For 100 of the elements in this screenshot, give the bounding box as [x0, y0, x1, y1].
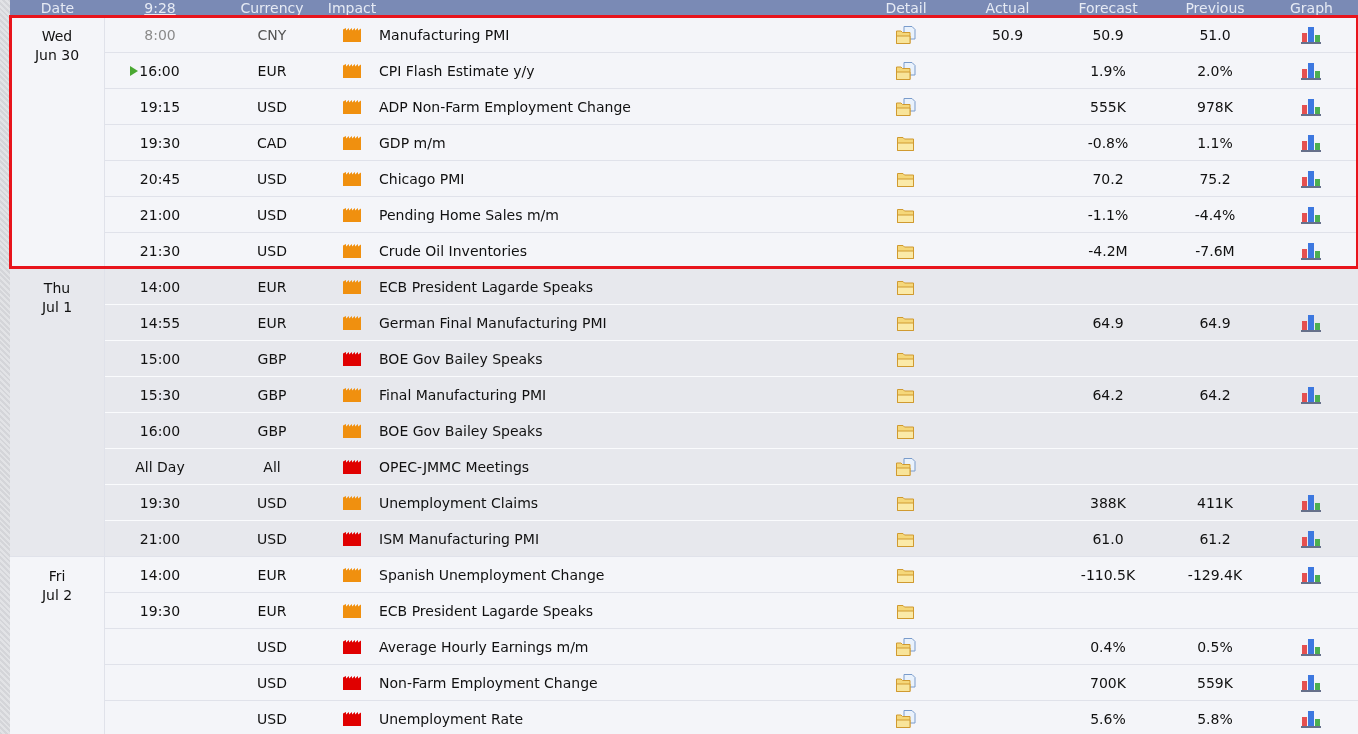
previous-value: 0.5% [1197, 638, 1233, 655]
folder-document-icon[interactable] [896, 61, 916, 80]
bar-chart-icon[interactable] [1300, 493, 1321, 512]
column-header: Impact [327, 0, 377, 16]
event-name[interactable]: Chicago PMI [379, 170, 465, 187]
currency: EUR [257, 602, 287, 619]
event-name[interactable]: ECB President Lagarde Speaks [379, 602, 594, 619]
currency: CAD [256, 134, 288, 151]
forecast-value: -1.1% [1087, 206, 1129, 223]
currency: USD [257, 170, 287, 187]
previous-value: 411K [1197, 494, 1233, 511]
event-time: 14:55 [139, 314, 181, 331]
event-time: 14:00 [139, 278, 181, 295]
column-header: Graph [1290, 0, 1333, 16]
event-name[interactable]: BOE Gov Bailey Speaks [379, 422, 543, 439]
column-header: Currency [240, 0, 304, 16]
event-name[interactable]: Unemployment Rate [379, 710, 524, 727]
currency: USD [257, 710, 287, 727]
bar-chart-icon[interactable] [1300, 637, 1321, 656]
date: Jul 1 [41, 298, 73, 317]
event-name[interactable]: Final Manufacturing PMI [379, 386, 547, 403]
forecast-value: -4.2M [1088, 242, 1128, 259]
date: Jul 2 [41, 586, 73, 605]
event-time: 16:00 [139, 422, 181, 439]
event-time: 21:30 [139, 242, 181, 259]
currency: All [263, 458, 281, 475]
bar-chart-icon[interactable] [1300, 133, 1321, 152]
folder-icon[interactable] [896, 134, 916, 151]
folder-icon[interactable] [896, 494, 916, 511]
folder-icon[interactable] [896, 602, 916, 619]
event-name[interactable]: CPI Flash Estimate y/y [379, 62, 535, 79]
event-name[interactable]: Unemployment Claims [379, 494, 539, 511]
event-name[interactable]: German Final Manufacturing PMI [379, 314, 607, 331]
forecast-value: -110.5K [1080, 566, 1136, 583]
bar-chart-icon[interactable] [1300, 565, 1321, 584]
folder-document-icon[interactable] [896, 637, 916, 656]
event-time: 19:15 [139, 98, 181, 115]
bar-chart-icon[interactable] [1300, 529, 1321, 548]
folder-document-icon[interactable] [896, 709, 916, 728]
previous-value: 61.2 [1199, 530, 1231, 547]
folder-document-icon[interactable] [896, 97, 916, 116]
previous-value: -7.6M [1195, 242, 1235, 259]
bar-chart-icon[interactable] [1300, 169, 1321, 188]
event-name[interactable]: Pending Home Sales m/m [379, 206, 559, 223]
event-name[interactable]: Average Hourly Earnings m/m [379, 638, 589, 655]
event-time: 20:45 [139, 170, 181, 187]
event-name[interactable]: ADP Non-Farm Employment Change [379, 98, 631, 115]
folder-document-icon[interactable] [896, 457, 916, 476]
folder-icon[interactable] [896, 566, 916, 583]
bar-chart-icon[interactable] [1300, 313, 1321, 332]
bar-chart-icon[interactable] [1300, 97, 1321, 116]
bar-chart-icon[interactable] [1300, 673, 1321, 692]
currency: USD [257, 530, 287, 547]
folder-icon[interactable] [896, 242, 916, 259]
event-time: 19:30 [139, 602, 181, 619]
folder-icon[interactable] [896, 350, 916, 367]
event-time: All Day [135, 458, 185, 475]
bar-chart-icon[interactable] [1300, 385, 1321, 404]
currency: EUR [257, 62, 287, 79]
forecast-value: 64.9 [1092, 314, 1124, 331]
currency: USD [257, 206, 287, 223]
previous-value: 1.1% [1197, 134, 1233, 151]
bar-chart-icon[interactable] [1300, 205, 1321, 224]
folder-icon[interactable] [896, 278, 916, 295]
currency: EUR [257, 566, 287, 583]
forecast-value: 64.2 [1092, 386, 1124, 403]
event-name[interactable]: Crude Oil Inventories [379, 242, 527, 259]
event-time: 21:00 [139, 530, 181, 547]
folder-icon[interactable] [896, 422, 916, 439]
weekday: Fri [48, 567, 66, 586]
folder-icon[interactable] [896, 206, 916, 223]
event-name[interactable]: BOE Gov Bailey Speaks [379, 350, 543, 367]
previous-value: 64.9 [1199, 314, 1231, 331]
event-name[interactable]: ISM Manufacturing PMI [379, 530, 540, 547]
event-time: 16:00 [139, 62, 180, 79]
event-name[interactable]: Non-Farm Employment Change [379, 674, 598, 691]
event-name[interactable]: OPEC-JMMC Meetings [379, 458, 530, 475]
column-header: Actual [985, 0, 1030, 16]
forecast-value: 0.4% [1090, 638, 1126, 655]
event-name[interactable]: ECB President Lagarde Speaks [379, 278, 594, 295]
event-name[interactable]: Manufacturing PMI [379, 26, 510, 43]
previous-value: 5.8% [1197, 710, 1233, 727]
previous-value: 75.2 [1199, 170, 1231, 187]
event-name[interactable]: Spanish Unemployment Change [379, 566, 605, 583]
folder-document-icon[interactable] [896, 673, 916, 692]
folder-icon[interactable] [896, 530, 916, 547]
folder-document-icon[interactable] [896, 25, 916, 44]
currency: USD [257, 242, 287, 259]
event-name[interactable]: GDP m/m [379, 134, 446, 151]
folder-icon[interactable] [896, 386, 916, 403]
previous-value: 51.0 [1199, 26, 1231, 43]
bar-chart-icon[interactable] [1300, 61, 1321, 80]
bar-chart-icon[interactable] [1300, 241, 1321, 260]
previous-value: -4.4% [1194, 206, 1236, 223]
previous-value: 64.2 [1199, 386, 1231, 403]
folder-icon[interactable] [896, 314, 916, 331]
event-time: 15:30 [139, 386, 181, 403]
folder-icon[interactable] [896, 170, 916, 187]
bar-chart-icon[interactable] [1300, 709, 1321, 728]
bar-chart-icon[interactable] [1300, 25, 1321, 44]
